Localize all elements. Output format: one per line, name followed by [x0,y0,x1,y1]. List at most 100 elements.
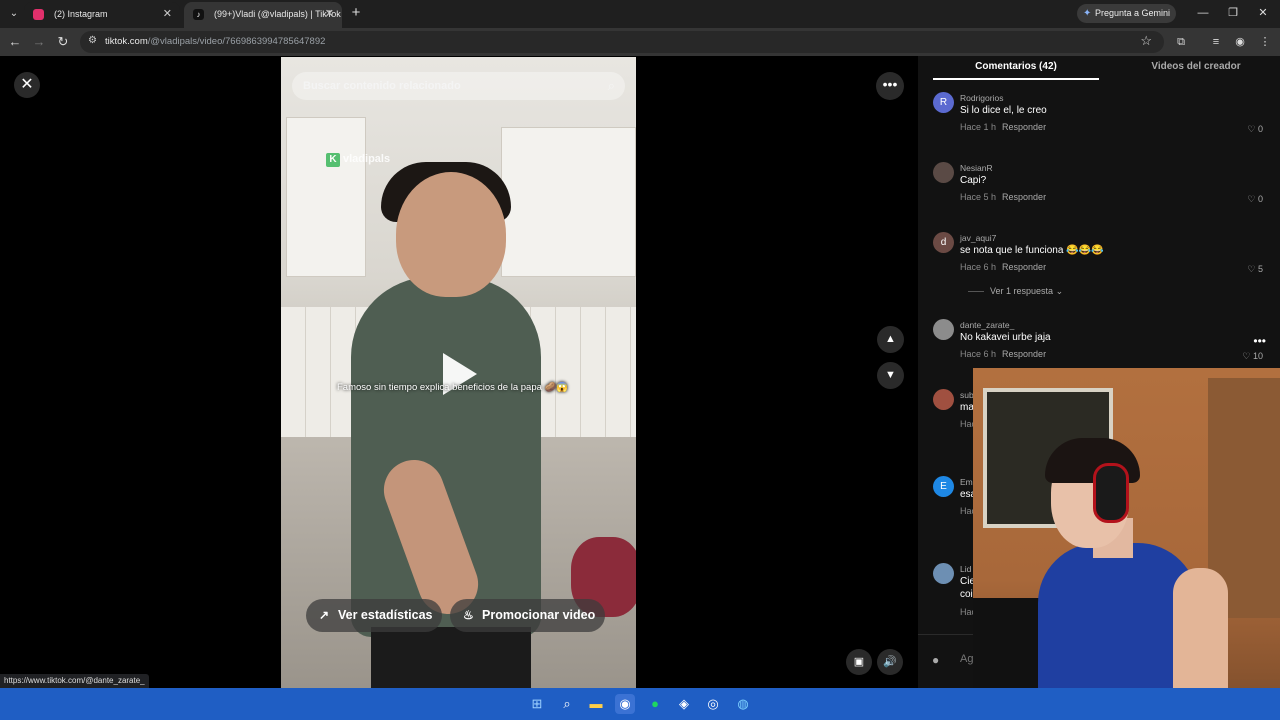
search-icon[interactable]: ⌕ [608,78,615,94]
related-search-input[interactable]: Buscar contenido relacionado ⌕ [292,72,625,100]
video-scene [286,117,366,277]
comment-meta: Hace 6 h Responder [960,262,1046,272]
floating-player-button[interactable]: ▣ [846,649,872,675]
comment-username[interactable]: NesianR [960,163,993,173]
windows-taskbar: ⊞ ⌕ ▬ ◉ ● ◈ ◎ ◍ [0,688,1280,720]
watermark-text: vladipals [343,153,391,165]
reply-button[interactable]: Responder [1002,192,1046,202]
minimize-button[interactable]: — [1188,2,1218,24]
tab-title: (2) Instagram [54,9,108,19]
video-scene [371,627,531,688]
tab-creator-videos[interactable]: Videos del creador [1113,56,1279,80]
chart-icon: ↗ [319,608,330,622]
webcam-overlay [973,368,1280,720]
comment-text: se nota que le funciona 😂😂😂 [960,245,1104,256]
avatar[interactable]: d [933,232,954,253]
new-tab-button[interactable]: + [346,3,366,23]
next-video-button[interactable]: ▼ [877,362,904,389]
tab-instagram[interactable]: (2) Instagram ✕ [24,2,180,28]
tab-tiktok[interactable]: ♪ (99+)Vladi (@vladipals) | TikTok ✕ [184,2,342,28]
comment-text: ma [960,402,974,413]
promote-label: Promocionar video [482,608,596,622]
comment-meta: Hace 5 h Responder [960,192,1046,202]
windows-icon[interactable]: ⊞ [527,694,547,714]
previous-video-button[interactable]: ▲ [877,326,904,353]
link-status-url: https://www.tiktok.com/@dante_zarate_ [0,674,149,688]
media-controls-icon[interactable]: ≡ [1207,33,1225,51]
profile-avatar[interactable]: ◉ [1231,33,1249,51]
close-tab-icon[interactable]: ✕ [325,2,334,26]
add-comment-input[interactable]: Ag [960,653,973,665]
extensions-icon[interactable]: ⧉ [1172,33,1190,51]
forward-button[interactable]: → [29,32,49,52]
like-button[interactable]: ♡ 10 [1242,351,1263,362]
chevron-down-icon: ⌄ [1055,286,1064,296]
more-options-button[interactable]: ••• [876,72,904,100]
like-button[interactable]: ♡ 5 [1247,264,1263,275]
address-bar[interactable]: ⚙ tiktok.com/@vladipals/video/7669863994… [80,31,1164,53]
back-button[interactable]: ← [5,32,25,52]
restore-button[interactable]: ❐ [1218,2,1248,24]
avatar[interactable]: E [933,476,954,497]
tab-search-icon[interactable]: ⌄ [4,4,24,24]
spotify-icon[interactable]: ● [645,694,665,714]
like-count: 5 [1257,264,1263,274]
app-icon[interactable]: ◈ [674,694,694,714]
promote-button[interactable]: ♨ Promocionar video [450,599,605,632]
browser-toolbar: ← → ↻ ⚙ tiktok.com/@vladipals/video/7669… [0,28,1280,56]
gemini-button[interactable]: ✦ Pregunta a Gemini [1077,4,1176,23]
comment-username[interactable]: dante_zarate_ [960,320,1014,330]
comment-username[interactable]: Rodrigorios [960,93,1003,103]
like-button[interactable]: ♡ 0 [1247,124,1263,135]
comment-username[interactable]: sub [960,390,974,400]
comment-meta: Hace 1 h Responder [960,122,1046,132]
avatar[interactable] [933,389,954,410]
reload-button[interactable]: ↻ [53,32,73,52]
avatar[interactable] [933,563,954,584]
reply-button[interactable]: Responder [1002,262,1046,272]
screen: ⌄ (2) Instagram ✕ ♪ (99+)Vladi (@vladipa… [0,0,1280,720]
browser-icon[interactable]: ◍ [733,694,753,714]
instagram-icon [33,9,44,20]
tiktok-icon: ♪ [193,9,204,20]
reply-button[interactable]: Responder [1002,349,1046,359]
gemini-label: Pregunta a Gemini [1095,8,1171,18]
comment-username[interactable]: jav_aqui7 [960,233,996,243]
like-button[interactable]: ♡ 0 [1247,194,1263,205]
close-video-button[interactable]: ✕ [14,72,40,98]
comment-text: Si lo dice el, le creo [960,105,1047,116]
close-window-button[interactable]: ✕ [1248,2,1278,24]
watermark-badge: K [326,153,340,167]
chrome-icon[interactable]: ◉ [615,694,635,714]
flame-icon: ♨ [463,608,474,622]
comment-time: Hace 6 h [960,262,997,272]
site-info-icon[interactable]: ⚙ [88,35,97,46]
avatar[interactable] [933,162,954,183]
avatar[interactable] [933,319,954,340]
bookmark-star-icon[interactable]: ☆ [1140,33,1152,49]
obs-icon[interactable]: ◎ [703,694,723,714]
like-count: 10 [1252,351,1263,361]
comment-text: Capi? [960,175,987,186]
close-tab-icon[interactable]: ✕ [163,2,172,26]
chrome-menu-icon[interactable]: ⋮ [1256,33,1274,51]
video-caption: Famoso sin tiempo explica beneficios de … [337,382,569,393]
stats-button[interactable]: ↗ Ver estadísticas [306,599,442,632]
panel-tabs: Comentarios (42) Videos del creador [933,56,1280,80]
view-replies-label: Ver 1 respuesta [990,286,1054,296]
video-player[interactable]: Kvladipals Buscar contenido relacionado … [281,57,636,688]
browser-tab-bar: ⌄ (2) Instagram ✕ ♪ (99+)Vladi (@vladipa… [0,0,1280,28]
view-replies-button[interactable]: Ver 1 respuesta ⌄ [968,286,1063,297]
tab-comments[interactable]: Comentarios (42) [933,56,1099,80]
file-explorer-icon[interactable]: ▬ [586,694,606,714]
like-count: 0 [1257,124,1263,134]
comment-text: No kakavei urbe jaja [960,332,1051,343]
avatar[interactable]: R [933,92,954,113]
volume-icon[interactable]: 🔊 [877,649,903,675]
url-domain: tiktok.com [105,36,148,47]
comment-username[interactable]: Lid [960,564,971,574]
search-icon[interactable]: ⌕ [557,694,577,714]
reply-button[interactable]: Responder [1002,122,1046,132]
comment-more-icon[interactable]: ••• [1253,334,1266,348]
like-count: 0 [1257,194,1263,204]
